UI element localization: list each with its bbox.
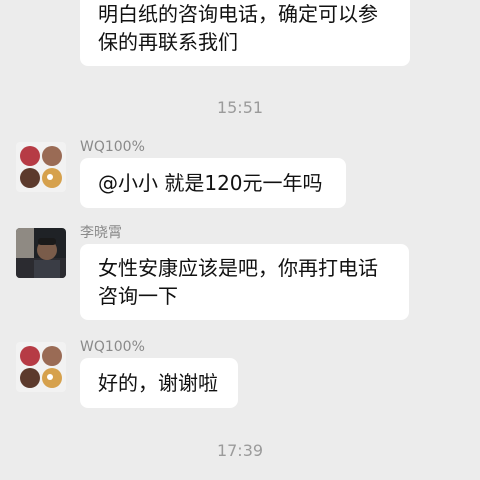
message-bubble[interactable]: 好的，谢谢啦 bbox=[80, 358, 238, 408]
message-text-line: @小小 就是120元一年吗 bbox=[98, 171, 323, 195]
message-text-line: 明白纸的咨询电话，确定可以参 bbox=[98, 2, 378, 26]
message-text-line: 女性安康应该是吧，你再打电话 bbox=[98, 256, 378, 280]
message-bubble[interactable]: @小小 就是120元一年吗 bbox=[80, 158, 346, 208]
food-collage-icon bbox=[16, 142, 66, 192]
sender-avatar[interactable] bbox=[16, 228, 66, 278]
sender-name: WQ100% bbox=[80, 339, 145, 355]
person-photo-icon bbox=[16, 228, 66, 278]
food-collage-icon bbox=[16, 342, 66, 392]
timestamp: 15:51 bbox=[216, 98, 264, 117]
message-text-line: 保的再联系我们 bbox=[98, 30, 238, 54]
timestamp: 17:39 bbox=[216, 441, 264, 460]
message-text-line: 好的，谢谢啦 bbox=[98, 371, 218, 395]
sender-avatar[interactable] bbox=[16, 342, 66, 392]
message-text-line: 咨询一下 bbox=[98, 284, 178, 308]
sender-name: 李晓霄 bbox=[80, 225, 122, 241]
sender-name: WQ100% bbox=[80, 139, 145, 155]
message-bubble[interactable]: 明白纸的咨询电话，确定可以参 保的再联系我们 bbox=[80, 0, 410, 66]
message-bubble[interactable]: 女性安康应该是吧，你再打电话 咨询一下 bbox=[80, 244, 409, 320]
sender-avatar[interactable] bbox=[16, 142, 66, 192]
